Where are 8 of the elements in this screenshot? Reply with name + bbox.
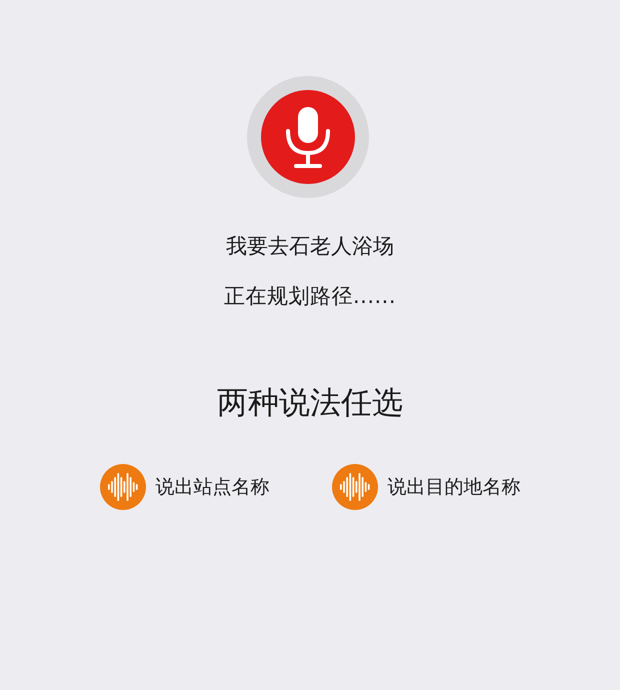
hint-label: 说出目的地名称	[388, 475, 520, 500]
status-text: 正在规划路径......	[224, 283, 396, 310]
sound-wave-icon	[332, 464, 378, 510]
recognized-text: 我要去石老人浴场	[226, 233, 394, 260]
microphone-button[interactable]	[261, 90, 355, 184]
sound-wave-icon	[100, 464, 146, 510]
hints-title: 两种说法任选	[217, 384, 403, 423]
hint-label: 说出站点名称	[156, 475, 270, 500]
